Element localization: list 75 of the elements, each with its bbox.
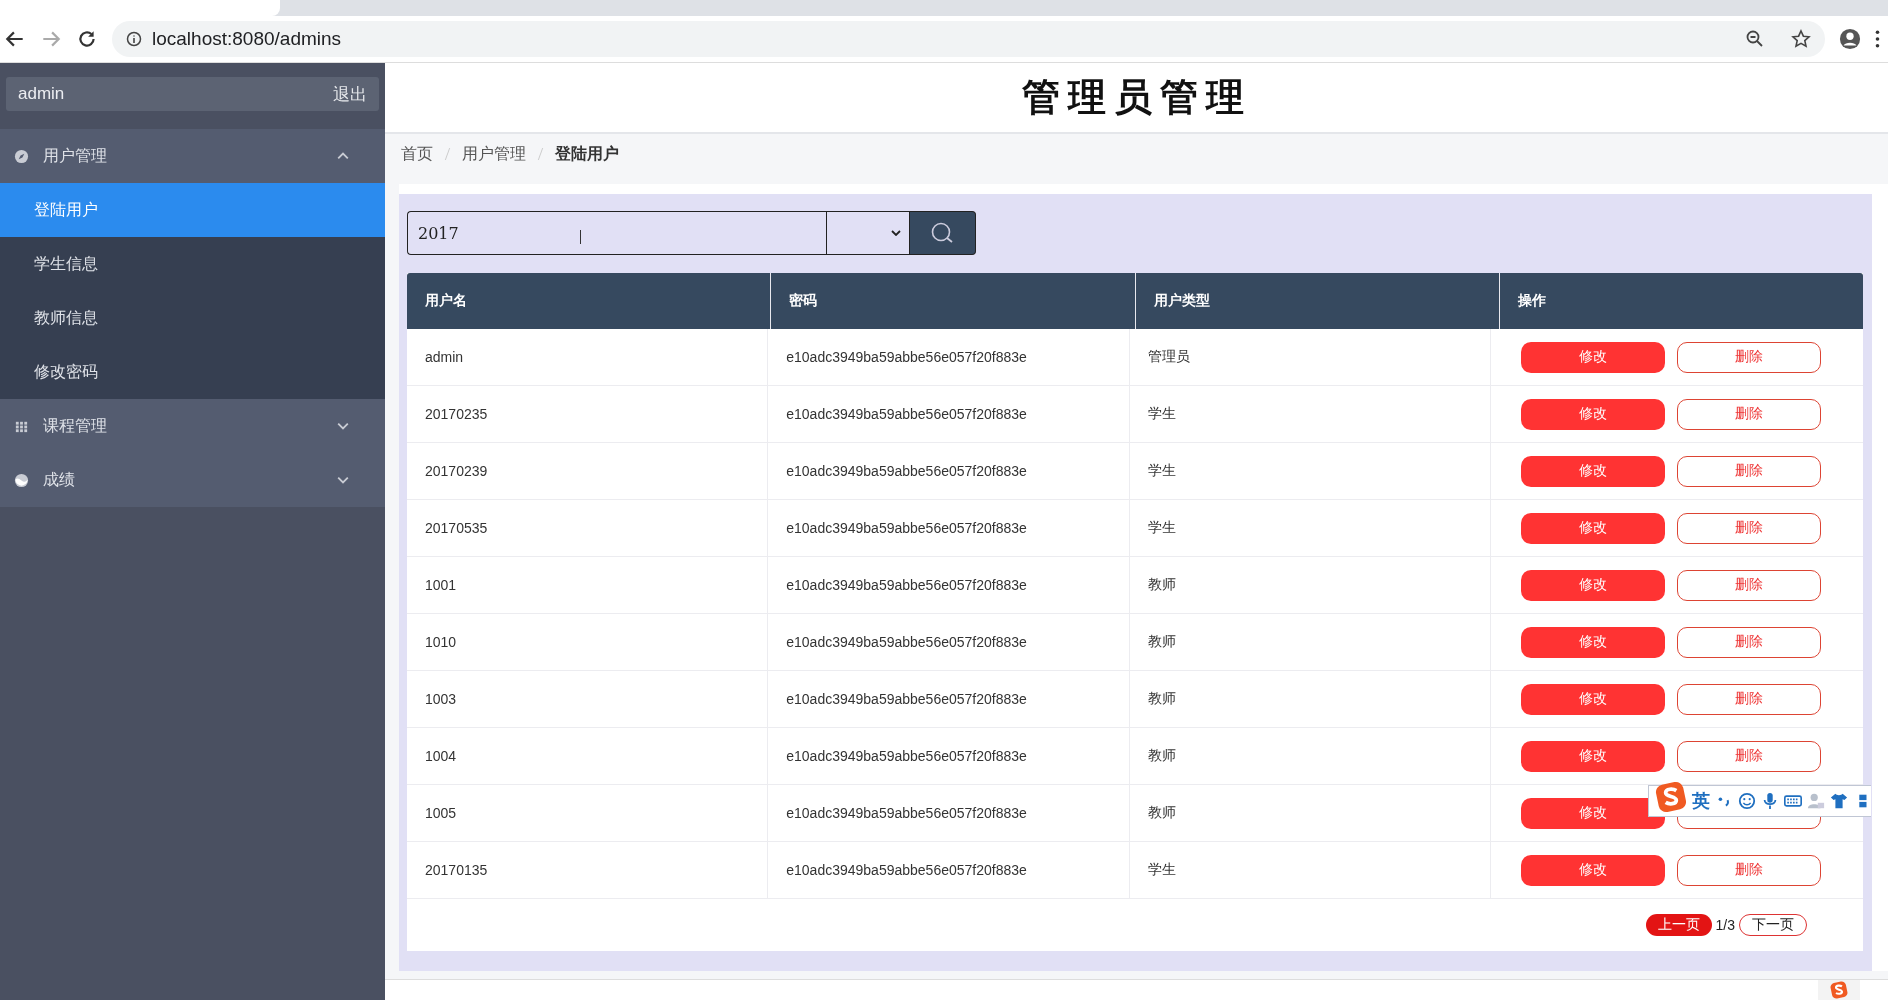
delete-button[interactable]: 删除: [1676, 626, 1821, 658]
table-cell-text: 20170239: [424, 462, 489, 481]
menu-item[interactable]: 教师信息: [0, 291, 385, 345]
table-cell: 教师: [1128, 614, 1490, 670]
table-cell: e10adc3949ba59abbe56e057f20f883e: [767, 443, 1129, 499]
edit-button[interactable]: 修改: [1520, 683, 1665, 715]
table-cell-text: 1003: [424, 690, 458, 709]
table-cell: 管理员: [1128, 329, 1490, 385]
logout-link[interactable]: 退出: [333, 82, 367, 106]
column-header: 操作: [1498, 273, 1863, 329]
edit-button[interactable]: 修改: [1520, 512, 1665, 544]
next-page-button[interactable]: 下一页: [1739, 914, 1807, 936]
menu-group[interactable]: 课程管理: [0, 399, 385, 453]
table-cell: e10adc3949ba59abbe56e057f20f883e: [767, 329, 1129, 385]
breadcrumb-link[interactable]: 首页: [401, 143, 433, 165]
menu-item[interactable]: 修改密码: [0, 345, 385, 399]
username: admin: [18, 84, 65, 104]
menu-item[interactable]: 学生信息: [0, 237, 385, 291]
table-cell: 教师: [1128, 728, 1490, 784]
table-cell-text: 1004: [424, 747, 458, 766]
table-cell: e10adc3949ba59abbe56e057f20f883e: [767, 728, 1129, 784]
table-cell-text: 20170235: [424, 405, 489, 424]
table-cell: e10adc3949ba59abbe56e057f20f883e: [767, 557, 1129, 613]
menu-group[interactable]: 成绩: [0, 453, 385, 507]
table-cell-text: 20170135: [424, 861, 489, 880]
edit-button[interactable]: 修改: [1520, 455, 1665, 487]
menu-group[interactable]: 用户管理: [0, 129, 385, 183]
edit-button[interactable]: 修改: [1520, 854, 1665, 886]
table-cell-text: 1005: [424, 804, 458, 823]
menu-item[interactable]: 登陆用户: [0, 183, 385, 237]
table-cell: e10adc3949ba59abbe56e057f20f883e: [767, 614, 1129, 670]
delete-button[interactable]: 删除: [1676, 398, 1821, 430]
delete-button[interactable]: 删除: [1676, 740, 1821, 772]
table-cell: 教师: [1128, 785, 1490, 841]
table-cell-text: 1010: [424, 633, 458, 652]
table-cell: e10adc3949ba59abbe56e057f20f883e: [767, 671, 1129, 727]
search-field[interactable]: 2017: [407, 211, 826, 255]
address-bar[interactable]: localhost:8080/admins: [112, 21, 1825, 57]
ime-mode[interactable]: 英: [1692, 789, 1710, 813]
edit-button[interactable]: 修改: [1520, 797, 1665, 829]
table-cell: 学生: [1128, 500, 1490, 556]
delete-button[interactable]: 删除: [1676, 512, 1821, 544]
edit-button[interactable]: 修改: [1520, 341, 1665, 373]
delete-button[interactable]: 删除: [1676, 569, 1821, 601]
table-cell: e10adc3949ba59abbe56e057f20f883e: [767, 500, 1129, 556]
menu-group-label: 用户管理: [43, 145, 108, 166]
table-cell-text: admin: [424, 348, 465, 367]
column-header: 密码: [770, 273, 1135, 329]
breadcrumb-link[interactable]: 用户管理: [462, 143, 526, 165]
delete-button[interactable]: 删除: [1676, 341, 1821, 373]
table-cell: 教师: [1128, 671, 1490, 727]
edit-button[interactable]: 修改: [1520, 626, 1665, 658]
table-cell-text: 20170535: [424, 519, 489, 538]
delete-button[interactable]: 删除: [1676, 854, 1821, 886]
column-header: 用户名: [424, 291, 468, 310]
page-title: 管理员管理: [1021, 73, 1252, 121]
table-cell: e10adc3949ba59abbe56e057f20f883e: [767, 842, 1129, 898]
table-cell: 教师: [1128, 557, 1490, 613]
delete-button[interactable]: 删除: [1676, 683, 1821, 715]
previous-page-button[interactable]: 上一页: [1645, 914, 1712, 936]
table-cell: 学生: [1128, 842, 1490, 898]
table-cell: e10adc3949ba59abbe56e057f20f883e: [767, 785, 1129, 841]
edit-button[interactable]: 修改: [1520, 398, 1665, 430]
page-indicator: 1/3: [1715, 917, 1735, 933]
edit-button[interactable]: 修改: [1520, 740, 1665, 772]
menu-group-label: 成绩: [43, 469, 76, 490]
table-cell: 学生: [1128, 386, 1490, 442]
breadcrumb-link[interactable]: 登陆用户: [555, 143, 619, 165]
column-header: 用户类型: [1134, 273, 1499, 329]
table-cell: 学生: [1128, 443, 1490, 499]
table-cell: e10adc3949ba59abbe56e057f20f883e: [767, 386, 1129, 442]
table-cell-text: 1001: [424, 576, 458, 595]
delete-button[interactable]: 删除: [1676, 455, 1821, 487]
menu-group-label: 课程管理: [43, 415, 108, 436]
edit-button[interactable]: 修改: [1520, 569, 1665, 601]
